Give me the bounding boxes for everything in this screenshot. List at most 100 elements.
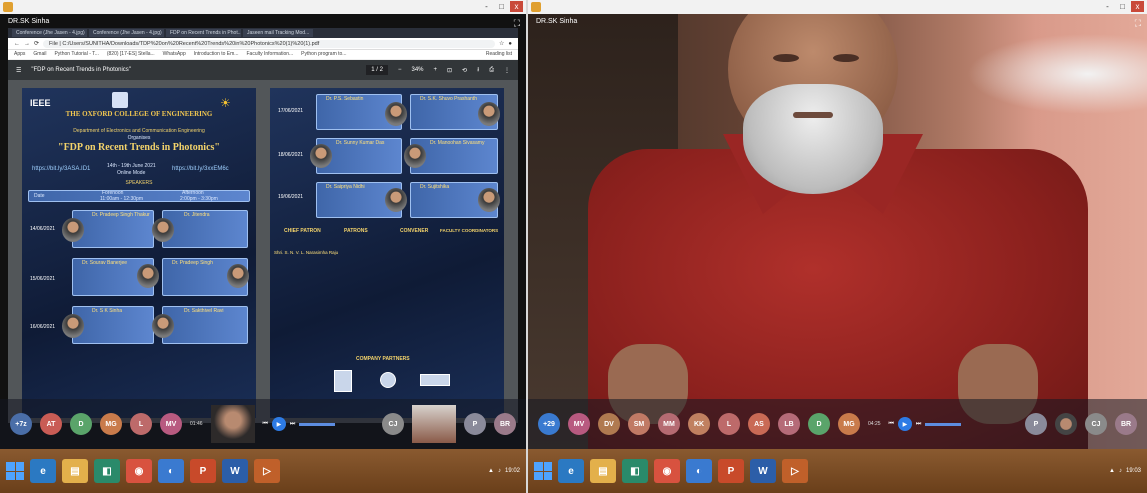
rotate-icon[interactable]: ⟲ [462,67,467,74]
participant-avatar[interactable]: AT [40,413,62,435]
close-button[interactable]: x [1131,1,1144,12]
event-dates: 14th - 19th June 2021 [107,163,156,169]
browser-tab[interactable]: Conference (Jhe Jasen - 4.jpg) [12,29,87,37]
store-icon[interactable]: ◧ [94,459,120,483]
edge-icon[interactable]: ◐ [158,459,184,483]
participant-avatar[interactable]: D [808,413,830,435]
windows-start-icon[interactable] [6,462,24,480]
clock[interactable]: 19:03 [1126,467,1141,475]
participant-avatar[interactable]: D [70,413,92,435]
maximize-button[interactable]: □ [1116,1,1129,12]
participant-avatar[interactable]: MG [838,413,860,435]
rewind-icon[interactable]: ⏮ [889,421,894,428]
participant-avatar[interactable]: MV [568,413,590,435]
print-icon[interactable]: ⎙ [489,67,494,74]
forward-icon[interactable]: ⏭ [916,421,921,428]
bookmark-item[interactable]: Apps [14,51,25,58]
participant-avatar[interactable]: +7z [10,413,32,435]
windows-start-icon[interactable] [534,462,552,480]
participant-avatar-photo[interactable] [1055,413,1077,435]
close-button[interactable]: x [510,1,523,12]
fit-page-icon[interactable]: ⊡ [447,67,452,74]
more-icon[interactable]: ⋮ [504,67,510,74]
store-icon[interactable]: ◧ [622,459,648,483]
participant-avatar[interactable]: BR [1115,413,1137,435]
reading-list[interactable]: Reading list [486,51,512,58]
chief-patron-name: Shri. S. N. V. L. Narasimha Raju [274,250,339,255]
participant-video-thumb[interactable] [210,405,255,443]
participant-avatar[interactable]: P [1025,413,1047,435]
chrome-icon[interactable]: ◉ [126,459,152,483]
browser-tab[interactable]: Jaseen mail Tracking Mod... [243,29,314,37]
bookmark-item[interactable]: WhatsApp [163,51,186,58]
network-icon[interactable]: ▲ [488,468,494,474]
zoom-in-icon[interactable]: + [434,67,438,73]
participant-avatar[interactable]: MV [160,413,182,435]
rewind-icon[interactable]: ⏮ [263,421,268,428]
participant-avatar[interactable]: AS [748,413,770,435]
page-counter[interactable]: 1 / 2 [366,65,388,75]
url-field[interactable]: File | C:/Users/SUNITHA/Downloads/TDP%20… [43,39,495,48]
ie-icon[interactable]: e [30,459,56,483]
word-icon[interactable]: W [222,459,248,483]
browser-tab[interactable]: FDP on Recent Trends in Phot... [166,29,241,37]
convener-heading: CONVENER [400,228,429,234]
expand-icon[interactable]: ⛶ [1135,18,1141,29]
participant-avatar[interactable]: DV [598,413,620,435]
participant-avatar[interactable]: MG [100,413,122,435]
participant-video-thumb[interactable] [412,405,456,443]
participant-avatar[interactable]: L [718,413,740,435]
forward-icon[interactable]: → [24,41,30,47]
bookmark-item[interactable]: Python Tutorial - T... [54,51,98,58]
participant-avatar[interactable]: CJ [382,413,404,435]
ie-icon[interactable]: e [558,459,584,483]
maximize-button[interactable]: □ [495,1,508,12]
speaker-photo [385,188,407,212]
participant-avatar[interactable]: BR [494,413,516,435]
folder-icon[interactable]: ▤ [590,459,616,483]
play-button[interactable]: ▶ [897,417,912,431]
bookmark-item[interactable]: Faculty Information... [246,51,293,58]
volume-icon[interactable]: ♪ [1119,468,1122,474]
forward-icon[interactable]: ⏭ [290,421,295,428]
word-icon[interactable]: W [750,459,776,483]
bookmark-item[interactable]: Python program to... [301,51,346,58]
browser-tab[interactable]: Conference (Jhe Jasen - 4.jpg) [89,29,164,37]
network-icon[interactable]: ▲ [1109,468,1115,474]
folder-icon[interactable]: ▤ [62,459,88,483]
volume-icon[interactable]: ♪ [498,468,501,474]
back-icon[interactable]: ← [14,41,20,47]
powerpoint-icon[interactable]: P [718,459,744,483]
participant-avatar[interactable]: SM [628,413,650,435]
minimize-button[interactable]: - [480,1,493,12]
minimize-button[interactable]: - [1101,1,1114,12]
media-icon[interactable]: ▷ [782,459,808,483]
participant-avatar[interactable]: +29 [538,413,560,435]
edge-icon[interactable]: ◐ [686,459,712,483]
profile-icon[interactable]: ● [508,41,512,47]
bookmark-item[interactable]: (820) [17-ES] Stella... [107,51,155,58]
star-icon[interactable]: ☆ [499,40,504,47]
bookmark-item[interactable]: Gmail [33,51,46,58]
download-icon[interactable]: ⭳ [477,65,479,75]
participant-avatar[interactable]: MM [658,413,680,435]
menu-icon[interactable]: ☰ [16,67,21,74]
bookmark-item[interactable]: Introduction to Em... [194,51,239,58]
participant-avatar[interactable]: P [464,413,486,435]
participant-avatar[interactable]: KK [688,413,710,435]
speaker-video[interactable]: DR.SK Sinha ⛶ [528,14,1147,449]
clock[interactable]: 19:02 [505,467,520,475]
participant-avatar[interactable]: LB [778,413,800,435]
reload-icon[interactable]: ⟳ [34,40,39,47]
pdf-viewer[interactable]: IEEE ☀ THE OXFORD COLLEGE OF ENGINEERING… [8,80,518,423]
powerpoint-icon[interactable]: P [190,459,216,483]
zoom-out-icon[interactable]: − [398,67,402,73]
volume-bar[interactable] [299,422,336,426]
volume-bar[interactable] [925,422,962,426]
elapsed-time: 01:46 [190,421,203,427]
chrome-icon[interactable]: ◉ [654,459,680,483]
play-button[interactable]: ▶ [271,417,286,431]
media-icon[interactable]: ▷ [254,459,280,483]
participant-avatar[interactable]: L [130,413,152,435]
participant-avatar[interactable]: CJ [1085,413,1107,435]
